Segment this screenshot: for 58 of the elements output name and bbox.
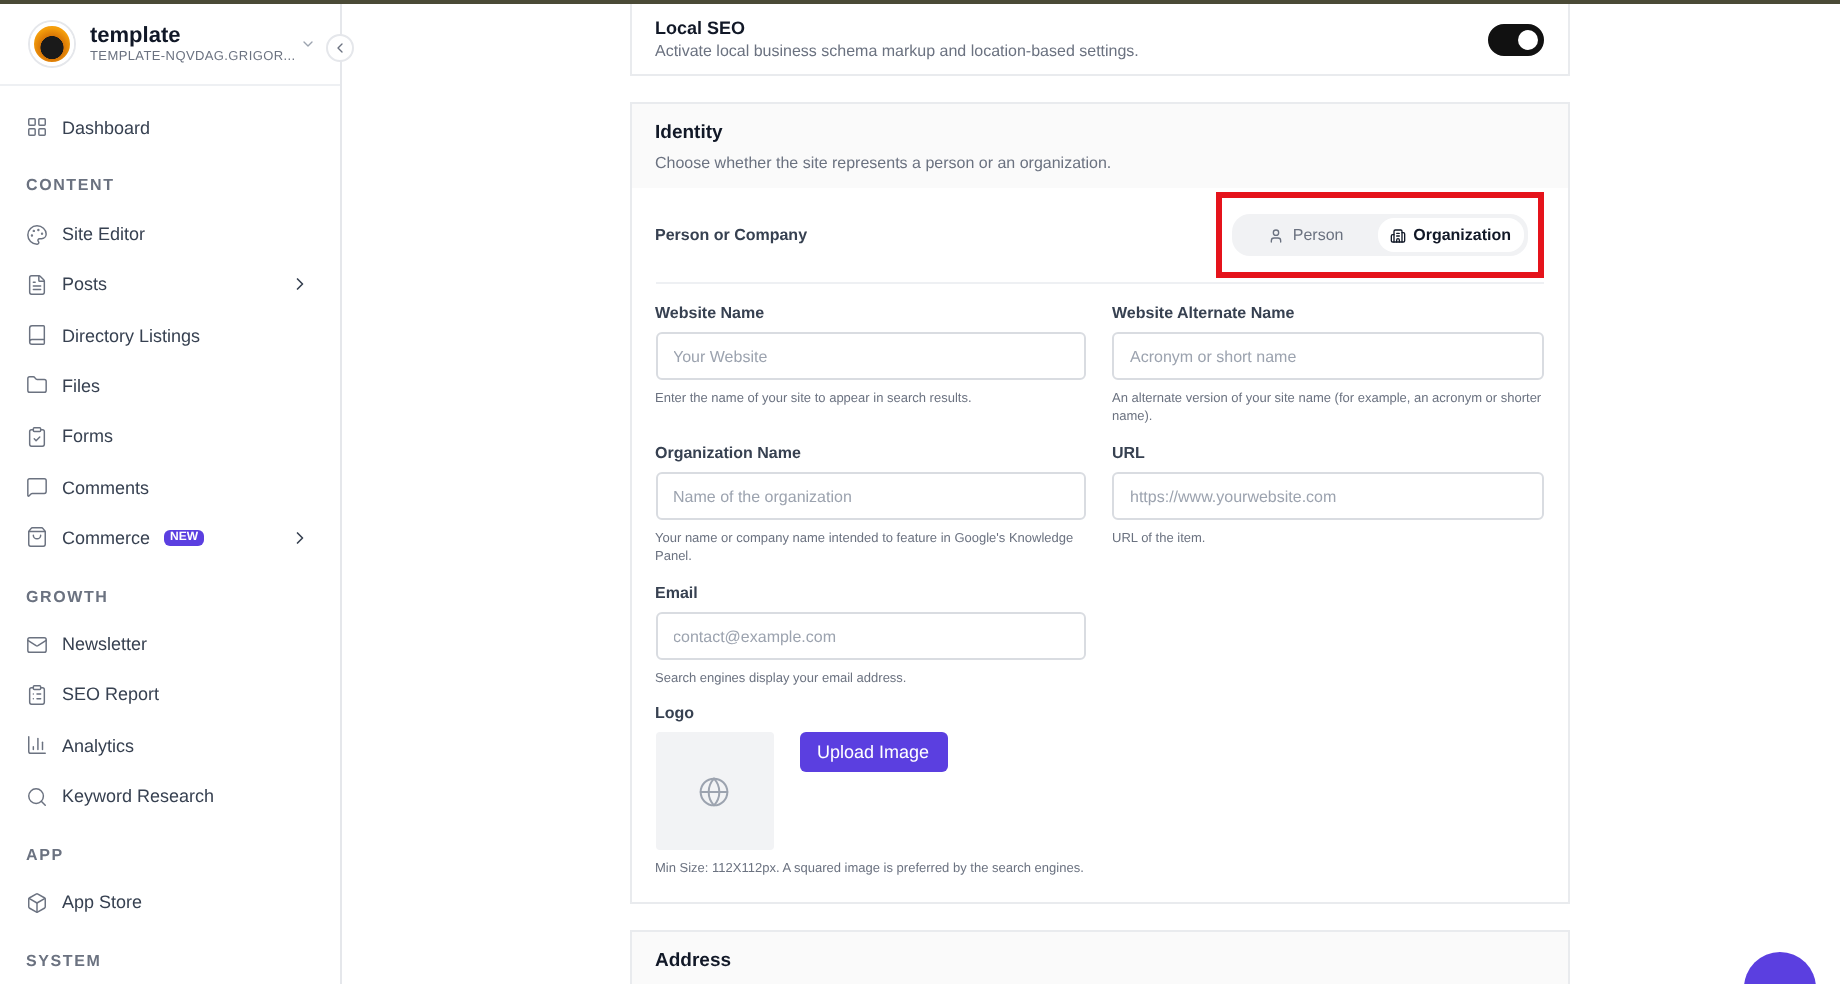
clipboard-icon xyxy=(26,683,48,706)
globe-icon xyxy=(698,775,730,807)
logo-placeholder[interactable] xyxy=(655,732,773,850)
document-icon xyxy=(26,273,48,296)
input-field[interactable]: https://www.yourwebsite.com xyxy=(1112,472,1543,520)
folder-icon xyxy=(26,374,48,397)
book-icon xyxy=(26,324,48,347)
chevron-left-icon xyxy=(332,40,348,56)
section-title: Local SEO xyxy=(655,19,748,37)
sidebar-item[interactable]: Forms xyxy=(0,411,340,462)
person-icon xyxy=(1268,227,1285,243)
bar-chart-icon xyxy=(26,734,48,757)
field-label: Person or Company xyxy=(655,226,808,244)
sidebar-item[interactable]: Directory Listings xyxy=(0,310,340,361)
upload-image-button[interactable]: Upload Image xyxy=(799,732,948,772)
clipboard-check-icon xyxy=(26,425,48,448)
sidebar-item[interactable]: Dashboard xyxy=(0,102,340,153)
sidebar-item[interactable]: Analytics xyxy=(0,720,340,771)
sidebar-item[interactable]: SEO Report xyxy=(0,669,340,721)
toggle-switch[interactable] xyxy=(1487,23,1543,55)
field-label: Website Alternate Name xyxy=(1112,304,1297,322)
sidebar-item[interactable]: Keyword Research xyxy=(0,770,340,822)
nav-section-heading: SYSTEM xyxy=(24,950,104,974)
chat-bubble-icon xyxy=(26,476,48,499)
field-label: Website Name xyxy=(655,304,767,322)
sidebar-item[interactable]: Posts xyxy=(0,259,340,311)
site-name: template xyxy=(90,23,183,48)
building-icon xyxy=(1389,227,1406,243)
field-label: Email xyxy=(655,584,700,602)
field-label: Organization Name xyxy=(655,444,803,462)
box-icon xyxy=(26,891,48,914)
segment-option[interactable]: Organization xyxy=(1377,218,1523,252)
grid-icon xyxy=(26,116,48,139)
field-label: Logo xyxy=(655,704,697,722)
input-field[interactable]: Your Website xyxy=(655,332,1086,380)
input-field[interactable]: Acronym or short name xyxy=(1112,332,1543,380)
input-field[interactable]: contact@example.com xyxy=(655,612,1086,660)
collapse-sidebar-button[interactable] xyxy=(326,34,354,62)
segment-option[interactable]: Person xyxy=(1235,218,1378,252)
mail-icon xyxy=(26,633,48,656)
sidebar-item[interactable]: Newsletter xyxy=(0,619,340,670)
search-icon xyxy=(26,785,48,808)
section-title: Address xyxy=(655,950,734,972)
section-title: Identity xyxy=(655,122,725,144)
site-logo xyxy=(30,22,74,67)
sidebar-item[interactable]: Comments xyxy=(0,461,340,513)
palette-icon xyxy=(26,223,48,246)
nav-section-heading: APP xyxy=(24,843,66,868)
section-description: Choose whether the site represents a person or an organization. xyxy=(655,154,1114,172)
field-label: URL xyxy=(1112,444,1147,462)
nav-section-heading: CONTENT xyxy=(24,174,117,199)
sidebar-item[interactable]: Site Editor xyxy=(0,208,340,260)
section-description: Activate local business schema markup and location-based settings. xyxy=(655,41,1141,59)
nav-section-heading: GROWTH xyxy=(24,585,111,610)
input-field[interactable]: Name of the organization xyxy=(655,472,1086,520)
sidebar-item[interactable]: App Store xyxy=(0,877,340,928)
sidebar-item[interactable]: Files xyxy=(0,360,340,412)
bag-icon xyxy=(26,526,48,549)
